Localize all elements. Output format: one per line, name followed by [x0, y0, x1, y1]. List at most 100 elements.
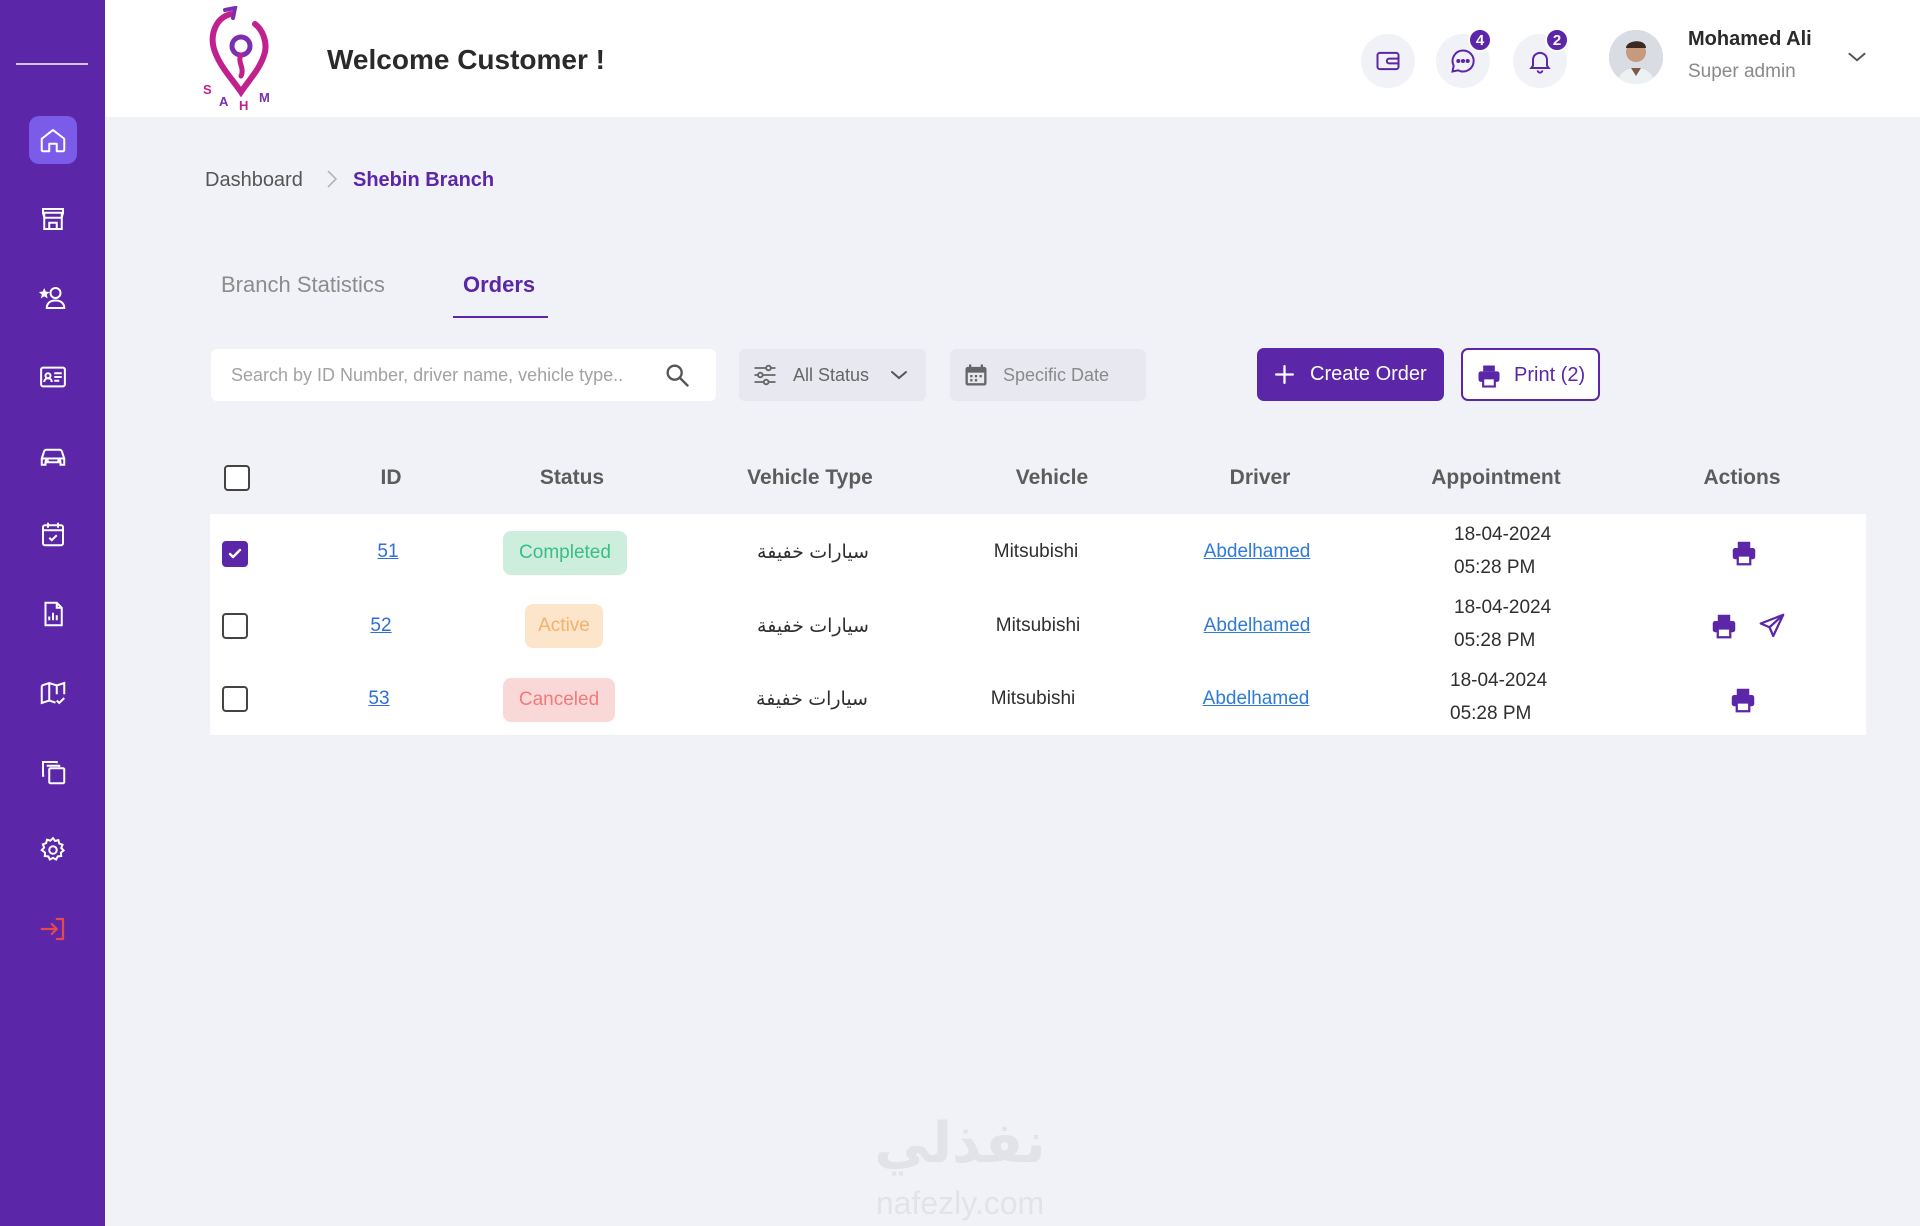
orders-table: 51 Completed سيارات خفيفة Mitsubishi Abd…: [210, 514, 1866, 735]
svg-text:H: H: [239, 98, 248, 112]
sidebar-item-home[interactable]: [29, 116, 77, 164]
table-header: ID Status Vehicle Type Vehicle Driver Ap…: [210, 443, 1866, 513]
print-label: Print (2): [1514, 364, 1586, 386]
column-header: Actions: [1703, 466, 1781, 489]
welcome-title: Welcome Customer !: [327, 44, 605, 75]
appointment-date: 18-04-2024: [1454, 597, 1552, 618]
sidebar-item-vehicles[interactable]: [29, 432, 77, 480]
report-icon: [44, 601, 63, 627]
search-box: [211, 349, 716, 401]
print-button[interactable]: Print (2): [1461, 348, 1600, 401]
messages-badge: 4: [1468, 28, 1492, 52]
messages-button[interactable]: 4: [1436, 28, 1492, 88]
row-checkbox[interactable]: [222, 613, 248, 639]
svg-text:S: S: [203, 82, 212, 97]
search-input[interactable]: [231, 361, 651, 389]
appointment-time: 05:28 PM: [1454, 557, 1536, 578]
row-checkbox[interactable]: [222, 541, 248, 567]
sidebar-item-appointments[interactable]: [29, 510, 77, 558]
appointment-time: 05:28 PM: [1454, 630, 1536, 651]
watermark: نفذلي nafezly.com: [850, 1110, 1070, 1225]
create-order-button[interactable]: Create Order: [1257, 348, 1444, 401]
vehicle-cell: Mitsubishi: [995, 615, 1081, 636]
status-filter-dropdown[interactable]: All Status: [739, 349, 926, 401]
column-header: Appointment: [1431, 466, 1561, 489]
search-icon[interactable]: [663, 361, 691, 389]
chat-icon: [1451, 49, 1475, 73]
driver-link[interactable]: Abdelhamed: [1204, 615, 1311, 637]
map-check-icon: [40, 681, 66, 705]
column-header: Vehicle Type: [747, 466, 873, 489]
appointment-date: 18-04-2024: [1450, 670, 1548, 691]
top-header: S A H M Welcome Customer ! 4 2 Mohamed A…: [105, 0, 1920, 117]
svg-text:M: M: [259, 90, 270, 105]
date-filter-label: Specific Date: [1003, 365, 1110, 385]
column-header: Driver: [1229, 466, 1291, 489]
gear-icon: [40, 836, 66, 861]
store-icon: [42, 208, 64, 230]
wallet-icon: [1376, 51, 1400, 71]
order-id-link[interactable]: 52: [370, 615, 391, 637]
brand-logo: S A H M: [203, 6, 270, 112]
driver-link[interactable]: Abdelhamed: [1204, 541, 1311, 563]
svg-text:A: A: [219, 94, 229, 109]
vehicle-type-cell: سيارات خفيفة: [756, 689, 868, 710]
calendar-check-icon: [42, 522, 64, 547]
user-role: Super admin: [1688, 61, 1796, 82]
printer-icon[interactable]: [1728, 685, 1758, 715]
driver-link[interactable]: Abdelhamed: [1203, 688, 1310, 710]
home-icon: [40, 129, 66, 153]
sidebar-item-branches[interactable]: [29, 195, 77, 243]
sidebar-item-users[interactable]: [29, 274, 77, 322]
status-filter-label: All Status: [793, 365, 870, 385]
user-star-icon: [38, 287, 66, 309]
sidebar-item-copies[interactable]: [29, 748, 77, 796]
avatar-photo: [1609, 30, 1663, 84]
appointment-date: 18-04-2024: [1454, 524, 1552, 545]
order-id-link[interactable]: 53: [368, 688, 389, 710]
create-order-label: Create Order: [1310, 363, 1427, 385]
status-badge: Completed: [503, 531, 627, 575]
breadcrumb-current: Shebin Branch: [353, 169, 495, 191]
tab-branch-statistics[interactable]: Branch Statistics: [221, 272, 385, 298]
chevron-down-icon[interactable]: [1844, 44, 1870, 70]
sidebar-item-id-cards[interactable]: [29, 353, 77, 401]
date-filter[interactable]: Specific Date: [950, 349, 1146, 401]
order-id-link[interactable]: 51: [377, 541, 398, 563]
watermark-arabic: نفذلي: [874, 1111, 1046, 1174]
wallet-button[interactable]: [1361, 34, 1415, 88]
printer-icon[interactable]: [1709, 611, 1739, 641]
sidebar-item-logout[interactable]: [29, 905, 77, 953]
sliders-icon: [754, 364, 776, 386]
send-icon[interactable]: [1757, 611, 1787, 641]
tab-orders[interactable]: Orders: [463, 272, 535, 298]
sidebar-item-reports[interactable]: [29, 590, 77, 638]
notifications-badge: 2: [1545, 28, 1569, 52]
user-name: Mohamed Ali: [1688, 28, 1812, 50]
avatar[interactable]: [1609, 30, 1663, 84]
vehicle-type-cell: سيارات خفيفة: [757, 542, 869, 563]
breadcrumb-dashboard[interactable]: Dashboard: [205, 169, 303, 192]
plus-icon: [1275, 365, 1294, 384]
sidebar-item-maps[interactable]: [29, 669, 77, 717]
logout-icon: [40, 917, 65, 941]
appointment-cell: 18-04-2024 05:28 PM: [1454, 518, 1551, 584]
notifications-button[interactable]: 2: [1513, 28, 1569, 88]
checkmark-icon: [228, 548, 242, 559]
printer-icon: [1478, 365, 1500, 388]
column-header: Vehicle: [1015, 466, 1089, 489]
row-checkbox[interactable]: [222, 686, 248, 712]
sidebar: [0, 0, 105, 1226]
status-badge: Canceled: [503, 678, 615, 722]
appointment-time: 05:28 PM: [1450, 703, 1532, 724]
vehicle-cell: Mitsubishi: [993, 541, 1079, 562]
status-badge: Active: [525, 604, 603, 648]
sidebar-item-settings[interactable]: [29, 826, 77, 874]
vehicle-type-cell: سيارات خفيفة: [757, 616, 869, 637]
appointment-cell: 18-04-2024 05:28 PM: [1450, 664, 1547, 730]
column-header: Status: [539, 466, 605, 489]
sidebar-divider: [16, 63, 88, 65]
printer-icon[interactable]: [1729, 538, 1759, 568]
select-all-checkbox[interactable]: [224, 465, 250, 491]
column-header: ID: [380, 466, 402, 489]
